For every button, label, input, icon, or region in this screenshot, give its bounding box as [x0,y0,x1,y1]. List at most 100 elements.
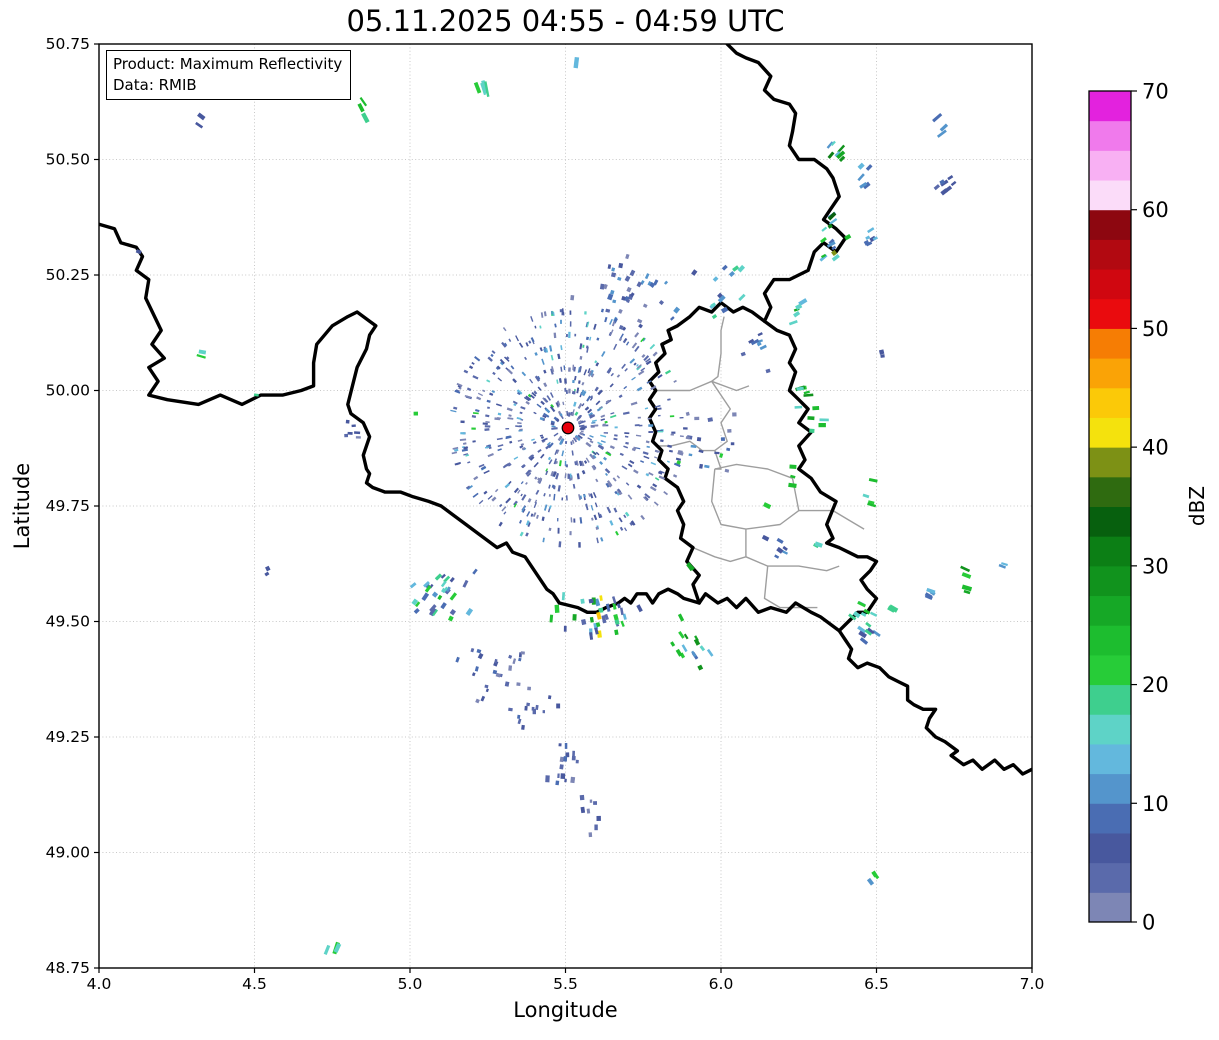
clutter-echo [542,538,544,543]
radar-echo [524,706,527,711]
radar-echo [863,494,870,499]
radar-map-plot: 4.04.55.05.56.06.57.0 48.7549.0049.2549.… [0,0,1219,1040]
y-axis-ticks: 48.7549.0049.2549.5049.7550.0050.2550.50… [46,35,99,977]
radar-echo [594,825,597,831]
radar-echo [789,464,796,468]
clutter-echo [603,424,606,427]
radar-echo [729,271,735,277]
radar-echo [697,665,703,671]
radar-echo [670,316,675,321]
clutter-echo [600,418,605,421]
clutter-echo [584,460,587,464]
clutter-echo [669,450,673,453]
clutter-echo [564,378,567,383]
clutter-echo [543,370,546,374]
x-axis-label: Longitude [99,998,1032,1022]
clutter-echo [588,493,591,497]
clutter-echo [496,403,502,406]
clutter-echo [643,451,649,455]
radar-echo [516,682,520,686]
clutter-echo [613,344,617,350]
clutter-echo [623,514,626,518]
x-tick-label: 4.0 [87,975,112,993]
clutter-echo [560,320,562,324]
radar-echo [686,412,690,416]
clutter-echo [495,489,498,492]
clutter-echo [578,380,581,384]
radar-echo [620,621,624,627]
radar-echo [713,276,719,282]
clutter-echo [460,421,464,424]
radar-echo [867,878,874,886]
clutter-echo [544,504,548,510]
radar-echo [712,314,717,319]
x-tick-label: 6.5 [864,975,889,993]
colorbar-segment [1089,892,1131,922]
clutter-echo [612,321,615,326]
clutter-echo [634,332,639,338]
radar-echo [789,320,798,325]
clutter-echo [646,446,649,448]
radar-echo [601,309,604,313]
clutter-echo [610,383,614,387]
radar-echo [821,227,827,232]
radar-echo [486,688,489,692]
clutter-echo [554,333,557,338]
clutter-echo [596,400,601,405]
clutter-echo [640,460,644,463]
clutter-echo [652,483,657,487]
clutter-echo [553,494,555,501]
clutter-echo [610,445,615,449]
clutter-echo [592,420,597,423]
radar-echo [700,645,706,651]
radar-echo [664,281,668,285]
radar-echo [809,429,814,433]
radar-echo [691,269,697,276]
clutter-echo [491,390,495,393]
grid-lines [99,44,1032,968]
radar-echo [636,604,643,612]
radar-echo [421,592,429,601]
colorbar-segment [1089,596,1131,626]
clutter-echo [574,334,576,337]
clutter-echo [654,501,659,506]
colorbar-segment [1089,744,1131,774]
clutter-echo [633,469,639,474]
radar-echo [617,277,621,281]
clutter-echo [580,356,583,360]
y-tick-label: 50.50 [46,151,90,169]
clutter-echo [560,367,562,372]
radar-echo [543,710,545,713]
clutter-echo [473,412,479,414]
colorbar-segment [1089,358,1131,388]
radar-echo [581,807,586,813]
radar-echo [565,743,568,749]
radar-echo [860,637,868,645]
radar-echo [617,603,621,608]
y-tick-label: 50.75 [46,35,90,53]
radar-echo [741,352,746,357]
radar-echo [612,596,617,604]
clutter-echo [585,442,591,447]
radar-echo [643,303,648,307]
clutter-echo [535,490,539,495]
radar-echo [564,779,567,783]
radar-echo [450,592,457,600]
radar-echo [596,816,600,821]
radar-echo [344,434,348,437]
clutter-echo [574,412,578,416]
clutter-echo [673,474,677,478]
radar-echo [559,764,563,769]
clutter-echo [680,417,684,419]
colorbar-tick-label: 0 [1142,911,1155,935]
clutter-echo [450,410,456,413]
radar-echo [795,406,803,409]
clutter-echo [478,393,483,396]
clutter-echo [528,498,532,503]
clutter-echo [541,312,544,318]
clutter-echo [601,351,605,357]
radar-echo [545,775,550,782]
radar-echo [613,614,618,621]
clutter-echo [501,506,506,511]
radar-site-marker [562,422,574,434]
